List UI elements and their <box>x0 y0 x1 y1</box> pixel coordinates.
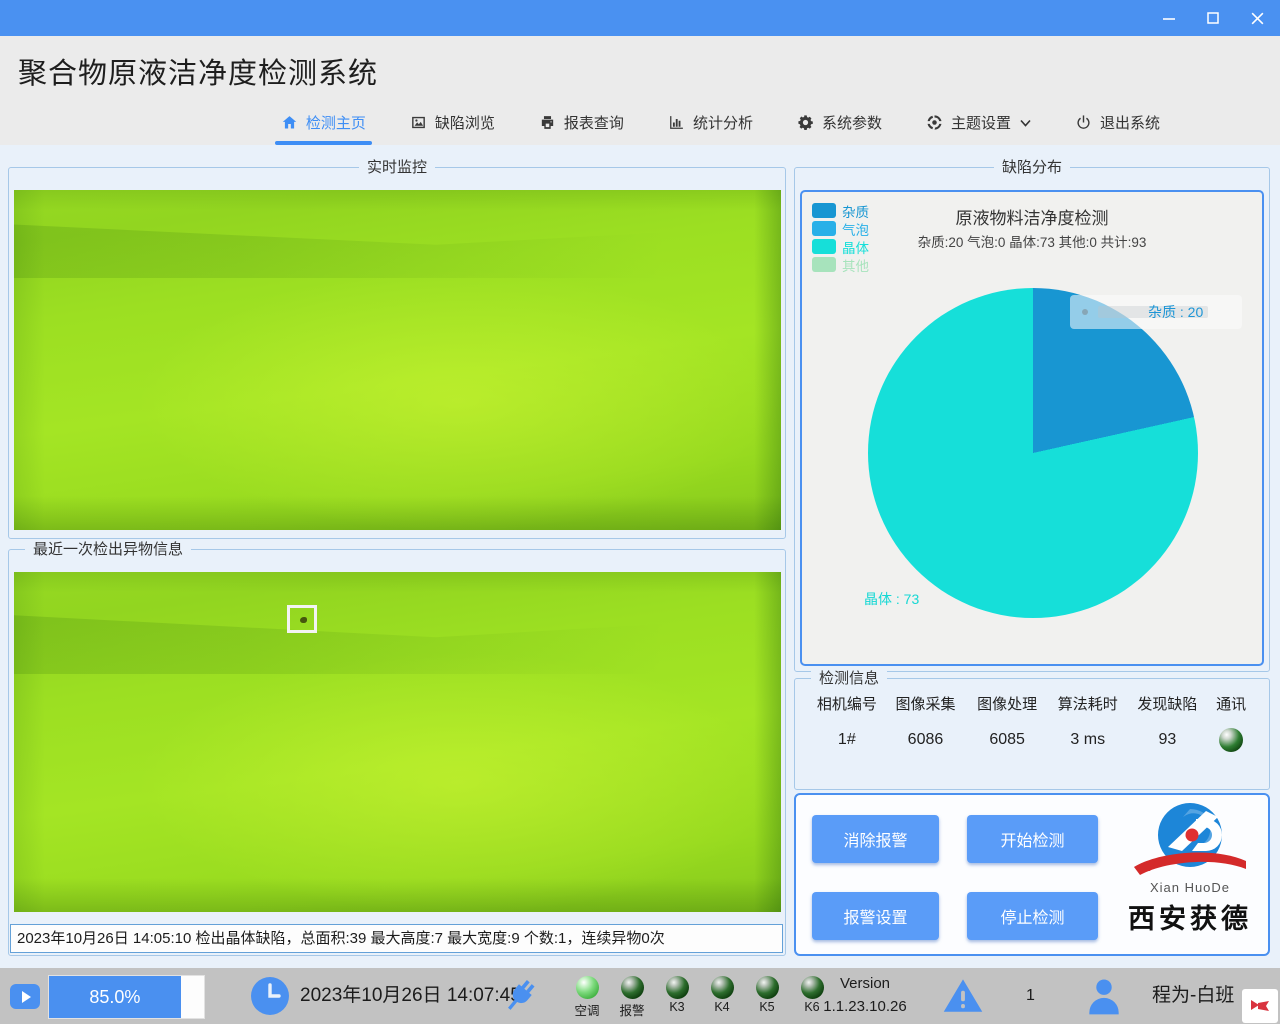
camera-id-value: 1# <box>809 731 885 749</box>
defect-pie[interactable] <box>868 288 1198 618</box>
detection-info-panel: 检测信息 相机编号 图像采集 图像处理 算法耗时 发现缺陷 通讯 1# 6086… <box>794 678 1270 790</box>
warning-icon[interactable] <box>942 975 984 1022</box>
detection-message-bar: 2023年10月26日 14:05:10 检出晶体缺陷，总面积:39 最大高度:… <box>10 924 783 953</box>
tab-theme-settings[interactable]: 主题设置 <box>924 100 1033 145</box>
images-acquired-value: 6086 <box>885 731 967 749</box>
image-icon <box>410 114 428 132</box>
defect-distribution-title: 缺陷分布 <box>994 159 1070 176</box>
company-logo: Xian HuoDe 西安获德 <box>1114 801 1266 953</box>
legend-item-other[interactable]: 其他 <box>812 256 869 273</box>
live-camera-image <box>14 190 781 530</box>
comm-led <box>1207 728 1255 752</box>
power-icon <box>1075 114 1093 132</box>
detection-info-table: 相机编号 图像采集 图像处理 算法耗时 发现缺陷 通讯 1# 6086 6085… <box>805 693 1259 752</box>
clear-alarm-button[interactable]: 消除报警 <box>812 815 939 863</box>
control-panel: 消除报警 开始检测 报警设置 停止检测 Xian HuoDe 西安获德 <box>794 793 1270 956</box>
datetime-text: 2023年10月26日 14:07:45 <box>300 968 521 1024</box>
status-bar: 85.0% 2023年10月26日 14:07:45 空调 报警 K3 K4 K… <box>0 968 1280 1024</box>
alarm-settings-button[interactable]: 报警设置 <box>812 892 939 940</box>
status-led-group: 空调 报警 K3 K4 K5 K6 <box>573 974 826 1019</box>
logo-mark-icon <box>1130 801 1250 879</box>
app-title: 聚合物原液洁净度检测系统 <box>18 50 378 92</box>
gear-icon <box>797 114 815 132</box>
algo-time-value: 3 ms <box>1048 731 1128 749</box>
led-aircon: 空调 <box>573 974 601 1019</box>
main-nav: 检测主页 缺陷浏览 报表查询 统计分析 系统参数 主题设置 退出系统 <box>0 100 1280 145</box>
live-monitor-title: 实时监控 <box>359 159 435 176</box>
defects-found-value: 93 <box>1128 731 1208 749</box>
printer-icon <box>539 114 557 132</box>
led-k4: K4 <box>708 974 736 1019</box>
col-header: 发现缺陷 <box>1128 693 1208 714</box>
clock-icon[interactable] <box>250 976 290 1021</box>
recent-defect-image <box>14 572 781 912</box>
theme-icon <box>926 114 944 132</box>
play-button[interactable] <box>10 984 40 1009</box>
tab-statistics[interactable]: 统计分析 <box>666 100 755 145</box>
flag-tile[interactable] <box>1242 989 1278 1023</box>
col-header: 图像采集 <box>885 693 967 714</box>
chart-title: 原液物料洁净度检测 <box>802 204 1262 229</box>
recent-defect-title: 最近一次检出异物信息 <box>25 541 191 558</box>
logo-en-text: Xian HuoDe <box>1114 880 1266 895</box>
close-button[interactable] <box>1242 4 1272 32</box>
app-header: 聚合物原液洁净度检测系统 <box>0 36 1280 100</box>
led-k5: K5 <box>753 974 781 1019</box>
defect-chart-panel: 杂质 气泡 晶体 其他 原液物料洁净度检测 杂质:20 气泡:0 晶体:73 其… <box>800 190 1264 666</box>
stop-detection-button[interactable]: 停止检测 <box>967 892 1098 940</box>
version-info: Version 1.1.23.10.26 <box>810 975 920 1015</box>
col-header: 相机编号 <box>809 693 885 714</box>
pie-label-crystal: 晶体 : 73 <box>864 589 919 609</box>
alarm-count: 1 <box>1026 968 1035 1024</box>
detection-info-title: 检测信息 <box>811 670 887 687</box>
tab-system-params[interactable]: 系统参数 <box>795 100 884 145</box>
logo-zh-text: 西安获德 <box>1114 897 1266 936</box>
defect-dot <box>300 617 307 623</box>
operator-name: 程为-白班 <box>1152 968 1234 1024</box>
user-icon[interactable] <box>1082 974 1126 1023</box>
defect-marker <box>287 605 317 633</box>
minimize-button[interactable] <box>1154 4 1184 32</box>
start-detection-button[interactable]: 开始检测 <box>967 815 1098 863</box>
home-icon <box>281 114 299 132</box>
progress-fill: 85.0% <box>49 976 181 1018</box>
images-processed-value: 6085 <box>966 731 1048 749</box>
bar-chart-icon <box>668 114 686 132</box>
progress-text: 85.0% <box>89 987 140 1008</box>
col-header: 图像处理 <box>966 693 1048 714</box>
tab-exit-system[interactable]: 退出系统 <box>1073 100 1162 145</box>
tab-defect-browse[interactable]: 缺陷浏览 <box>408 100 497 145</box>
progress-bar: 85.0% <box>48 975 205 1019</box>
pie-label-impurity: 杂质 : 20 <box>1148 302 1203 322</box>
maximize-button[interactable] <box>1198 4 1228 32</box>
title-bar <box>0 0 1280 36</box>
chart-subtitle: 杂质:20 气泡:0 晶体:73 其他:0 共计:93 <box>802 231 1262 251</box>
col-header: 算法耗时 <box>1048 693 1128 714</box>
flag-icon <box>1250 997 1270 1015</box>
legend-swatch <box>812 257 836 272</box>
plug-icon[interactable] <box>500 976 540 1021</box>
col-header: 通讯 <box>1207 693 1255 714</box>
tab-home[interactable]: 检测主页 <box>279 100 368 145</box>
led-alarm: 报警 <box>618 974 646 1019</box>
led-k3: K3 <box>663 974 691 1019</box>
tab-report-query[interactable]: 报表查询 <box>537 100 626 145</box>
chevron-down-icon <box>1020 114 1031 131</box>
